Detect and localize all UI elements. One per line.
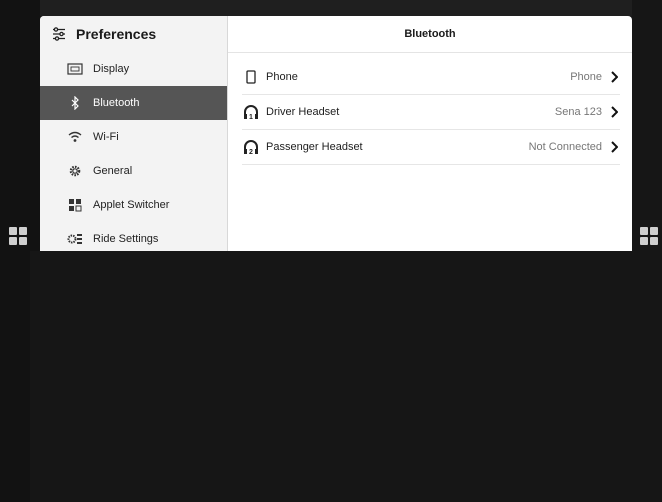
- bluetooth-panel: Bluetooth Phone Phone 1 Driver Headset S…: [228, 16, 632, 251]
- phone-icon: [242, 68, 260, 86]
- sidebar-item-wifi[interactable]: Wi-Fi: [40, 120, 227, 154]
- device-row-passenger-headset[interactable]: 2 Passenger Headset Not Connected: [242, 130, 620, 165]
- background-left-panel: [0, 0, 40, 251]
- sidebar-item-label: Display: [93, 63, 130, 75]
- sidebar-item-display[interactable]: Display: [40, 52, 227, 86]
- preferences-dialog: Preferences Display Bluetooth Wi-Fi Gene: [40, 16, 632, 251]
- device-status: Phone: [570, 71, 602, 83]
- wifi-icon: [66, 129, 84, 145]
- device-label: Driver Headset: [266, 106, 340, 118]
- chevron-right-icon: [610, 141, 620, 153]
- bluetooth-icon: [66, 95, 84, 111]
- applet-switcher-icon: [66, 197, 84, 213]
- chevron-right-icon: [610, 71, 620, 83]
- headset-badge: 2: [249, 149, 253, 155]
- app-grid-icon-right[interactable]: [640, 227, 658, 245]
- preferences-icon: [53, 27, 65, 41]
- sidebar-item-ride-settings[interactable]: Ride Settings: [40, 222, 227, 251]
- device-label: Phone: [266, 71, 298, 83]
- device-label: Passenger Headset: [266, 141, 363, 153]
- sidebar: Preferences Display Bluetooth Wi-Fi Gene: [40, 16, 228, 251]
- background-top-panel: [40, 0, 632, 16]
- gear-icon: [66, 163, 84, 179]
- sidebar-item-label: General: [93, 165, 133, 177]
- chevron-right-icon: [610, 106, 620, 118]
- sidebar-header: Preferences: [40, 16, 227, 52]
- sidebar-item-general[interactable]: General: [40, 154, 227, 188]
- sidebar-title: Preferences: [76, 26, 157, 42]
- sidebar-item-label: Applet Switcher: [93, 199, 170, 211]
- device-list: Phone Phone 1 Driver Headset Sena 123 2 …: [228, 60, 632, 165]
- headset-1-icon: 1: [242, 103, 260, 121]
- device-row-phone[interactable]: Phone Phone: [242, 60, 620, 95]
- display-icon: [66, 61, 84, 77]
- sidebar-item-bluetooth[interactable]: Bluetooth: [40, 86, 227, 120]
- sidebar-item-label: Bluetooth: [93, 97, 140, 109]
- sidebar-item-label: Wi-Fi: [93, 131, 119, 143]
- headset-2-icon: 2: [242, 138, 260, 156]
- sidebar-item-label: Ride Settings: [93, 233, 159, 245]
- page-title: Bluetooth: [228, 16, 632, 53]
- app-grid-icon[interactable]: [9, 227, 27, 245]
- ride-settings-icon: [66, 231, 84, 247]
- device-status: Sena 123: [554, 106, 602, 118]
- background-right-panel: [0, 251, 30, 502]
- headset-badge: 1: [249, 114, 253, 120]
- device-row-driver-headset[interactable]: 1 Driver Headset Sena 123: [242, 95, 620, 130]
- sidebar-item-applet-switcher[interactable]: Applet Switcher: [40, 188, 227, 222]
- device-status: Not Connected: [528, 141, 602, 153]
